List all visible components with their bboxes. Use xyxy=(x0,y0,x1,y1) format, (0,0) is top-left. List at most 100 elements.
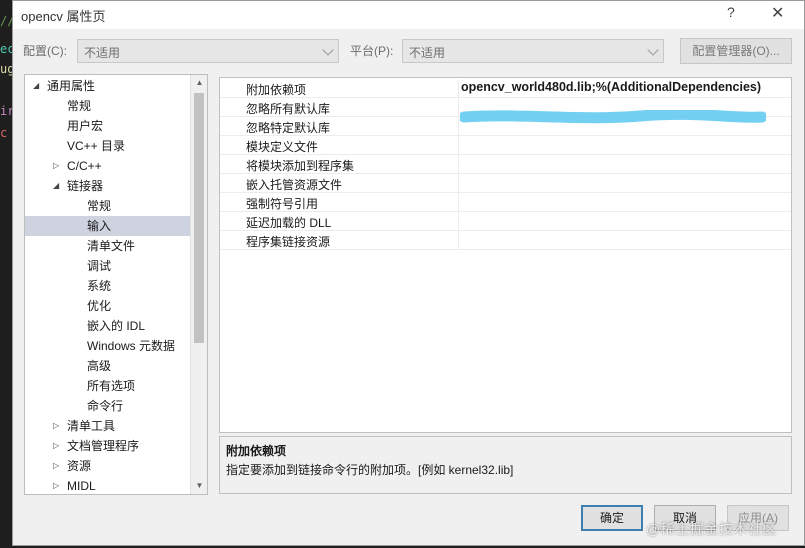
tree-item-label: C/C++ xyxy=(67,159,102,173)
tree-item[interactable]: 命令行 xyxy=(25,396,190,416)
configuration-label: 配置(C): xyxy=(23,44,67,58)
dialog-title: opencv 属性页 xyxy=(21,9,106,24)
property-name: 强制符号引用 xyxy=(246,197,319,211)
close-icon[interactable]: ✕ xyxy=(771,3,784,23)
description-text: 指定要添加到链接命令行的附加项。[例如 kernel32.lib] xyxy=(226,463,514,477)
tree-item[interactable]: 所有选项 xyxy=(25,376,190,396)
tree-item-label: 优化 xyxy=(87,299,112,313)
property-row[interactable]: 将模块添加到程序集 xyxy=(220,155,791,174)
tree-item[interactable]: 系统 xyxy=(25,276,190,296)
tree-item[interactable]: ▷ 文档管理程序 xyxy=(25,436,190,456)
tree-item-label: MIDL xyxy=(67,479,96,493)
collapse-arrow-icon[interactable]: ◢ xyxy=(33,76,43,96)
property-name: 附加依赖项 xyxy=(246,83,307,97)
property-name: 忽略所有默认库 xyxy=(246,102,331,116)
tree-item-label: 输入 xyxy=(87,219,112,233)
tree-item-label: 系统 xyxy=(87,279,112,293)
property-grid: 程序集链接资源 延迟加载的 DLL 强制符号引用 嵌入托管资源文件 将模块添加到程序集模… xyxy=(219,77,792,433)
configuration-select[interactable]: 不适用 xyxy=(77,39,339,63)
tree-item-label: 命令行 xyxy=(87,399,124,413)
property-row[interactable]: 程序集链接资源 xyxy=(220,231,791,250)
tree-item[interactable]: VC++ 目录 xyxy=(25,136,190,156)
property-name: 嵌入托管资源文件 xyxy=(246,178,343,192)
property-row[interactable]: 嵌入托管资源文件 xyxy=(220,174,791,193)
tree-item[interactable]: Windows 元数据 xyxy=(25,336,190,356)
tree-item[interactable]: 输入 xyxy=(25,216,190,236)
description-pane: 附加依赖项 指定要添加到链接命令行的附加项。[例如 kernel32.lib] xyxy=(219,436,792,494)
tree-item-label: 常规 xyxy=(67,99,92,113)
property-name: 程序集链接资源 xyxy=(246,235,331,249)
column-divider xyxy=(458,212,459,231)
tree-item[interactable]: 常规 xyxy=(25,196,190,216)
platform-select[interactable]: 不适用 xyxy=(402,39,664,63)
platform-label: 平台(P): xyxy=(350,44,394,58)
tree-item-label: 清单文件 xyxy=(87,239,136,253)
scroll-up-icon[interactable]: ▲ xyxy=(191,75,207,91)
property-pages-dialog: opencv 属性页 ? ✕ 配置(C): 不适用 平台(P): 不适用 配置管… xyxy=(12,0,805,546)
column-divider xyxy=(458,117,459,136)
tree-item-label: 用户宏 xyxy=(67,119,104,133)
scroll-down-icon[interactable]: ▼ xyxy=(191,478,207,494)
tree-item[interactable]: 调试 xyxy=(25,256,190,276)
redaction-scribble xyxy=(460,110,766,124)
property-row[interactable]: 附加依赖项 opencv_world480d.lib;%(AdditionalDe… xyxy=(220,79,791,98)
property-value[interactable]: opencv_world480d.lib;%(AdditionalDepende… xyxy=(461,80,761,94)
chevron-down-icon xyxy=(647,44,659,56)
tree-item-label: 清单工具 xyxy=(67,419,116,433)
title-bar: opencv 属性页 ? ✕ xyxy=(13,1,804,29)
property-row[interactable]: 模块定义文件 xyxy=(220,136,791,155)
tree-item[interactable]: ◢ 通用属性 xyxy=(25,76,190,96)
tree-item-label: 文档管理程序 xyxy=(67,439,140,453)
property-name: 忽略特定默认库 xyxy=(246,121,331,135)
property-name: 延迟加载的 DLL xyxy=(246,216,332,230)
column-divider xyxy=(458,136,459,155)
tree-item[interactable]: 常规 xyxy=(25,96,190,116)
tree-item[interactable]: 用户宏 xyxy=(25,116,190,136)
tree-item[interactable]: ◢ 链接器 xyxy=(25,176,190,196)
column-divider xyxy=(458,155,459,174)
property-tree: ◢ 通用属性 常规 用户宏 VC++ 目录 ▷ C/C++ ◢ 链接器 常规 输入 清单文件 调试 系统优… xyxy=(24,74,208,495)
tree-item-label: 常规 xyxy=(87,199,112,213)
configuration-manager-button[interactable]: 配置管理器(O)... xyxy=(680,38,792,64)
expand-arrow-icon[interactable]: ▷ xyxy=(53,476,63,494)
chevron-down-icon xyxy=(322,44,334,56)
tree-item[interactable]: 嵌入的 IDL xyxy=(25,316,190,336)
tree-item-label: 调试 xyxy=(87,259,112,273)
expand-arrow-icon[interactable]: ▷ xyxy=(53,416,63,436)
help-icon[interactable]: ? xyxy=(727,4,735,20)
property-row[interactable]: 延迟加载的 DLL xyxy=(220,212,791,231)
property-row[interactable]: 强制符号引用 xyxy=(220,193,791,212)
platform-value: 不适用 xyxy=(409,46,446,60)
tree-item[interactable]: ▷ MIDL xyxy=(25,476,190,494)
property-name: 模块定义文件 xyxy=(246,140,319,154)
tree-item[interactable]: ▷ 资源 xyxy=(25,456,190,476)
column-divider xyxy=(458,98,459,117)
tree-item-label: 链接器 xyxy=(67,179,104,193)
tree-item-label: VC++ 目录 xyxy=(67,139,126,153)
property-name: 将模块添加到程序集 xyxy=(246,159,355,173)
description-title: 附加依赖项 xyxy=(226,444,287,458)
tree-item-label: 高级 xyxy=(87,359,112,373)
collapse-arrow-icon[interactable]: ◢ xyxy=(53,176,63,196)
expand-arrow-icon[interactable]: ▷ xyxy=(53,436,63,456)
tree-item-label: Windows 元数据 xyxy=(87,339,176,353)
tree-item[interactable]: 清单文件 xyxy=(25,236,190,256)
tree-item[interactable]: 高级 xyxy=(25,356,190,376)
column-divider xyxy=(458,79,459,98)
tree-item[interactable]: ▷ 清单工具 xyxy=(25,416,190,436)
ok-button[interactable]: 确定 xyxy=(581,505,643,531)
watermark: @稀土掘金技术社区 xyxy=(646,521,777,537)
tree-item-label: 嵌入的 IDL xyxy=(87,319,146,333)
configuration-value: 不适用 xyxy=(84,46,121,60)
column-divider xyxy=(458,193,459,212)
tree-item[interactable]: ▷ C/C++ xyxy=(25,156,190,176)
column-divider xyxy=(458,174,459,193)
tree-scrollbar[interactable]: ▲ ▼ xyxy=(190,75,207,494)
tree-item-label: 所有选项 xyxy=(87,379,136,393)
column-divider xyxy=(458,231,459,250)
scroll-thumb[interactable] xyxy=(194,93,204,343)
tree-item[interactable]: 优化 xyxy=(25,296,190,316)
expand-arrow-icon[interactable]: ▷ xyxy=(53,456,63,476)
expand-arrow-icon[interactable]: ▷ xyxy=(53,156,63,176)
tree-item-label: 资源 xyxy=(67,459,92,473)
